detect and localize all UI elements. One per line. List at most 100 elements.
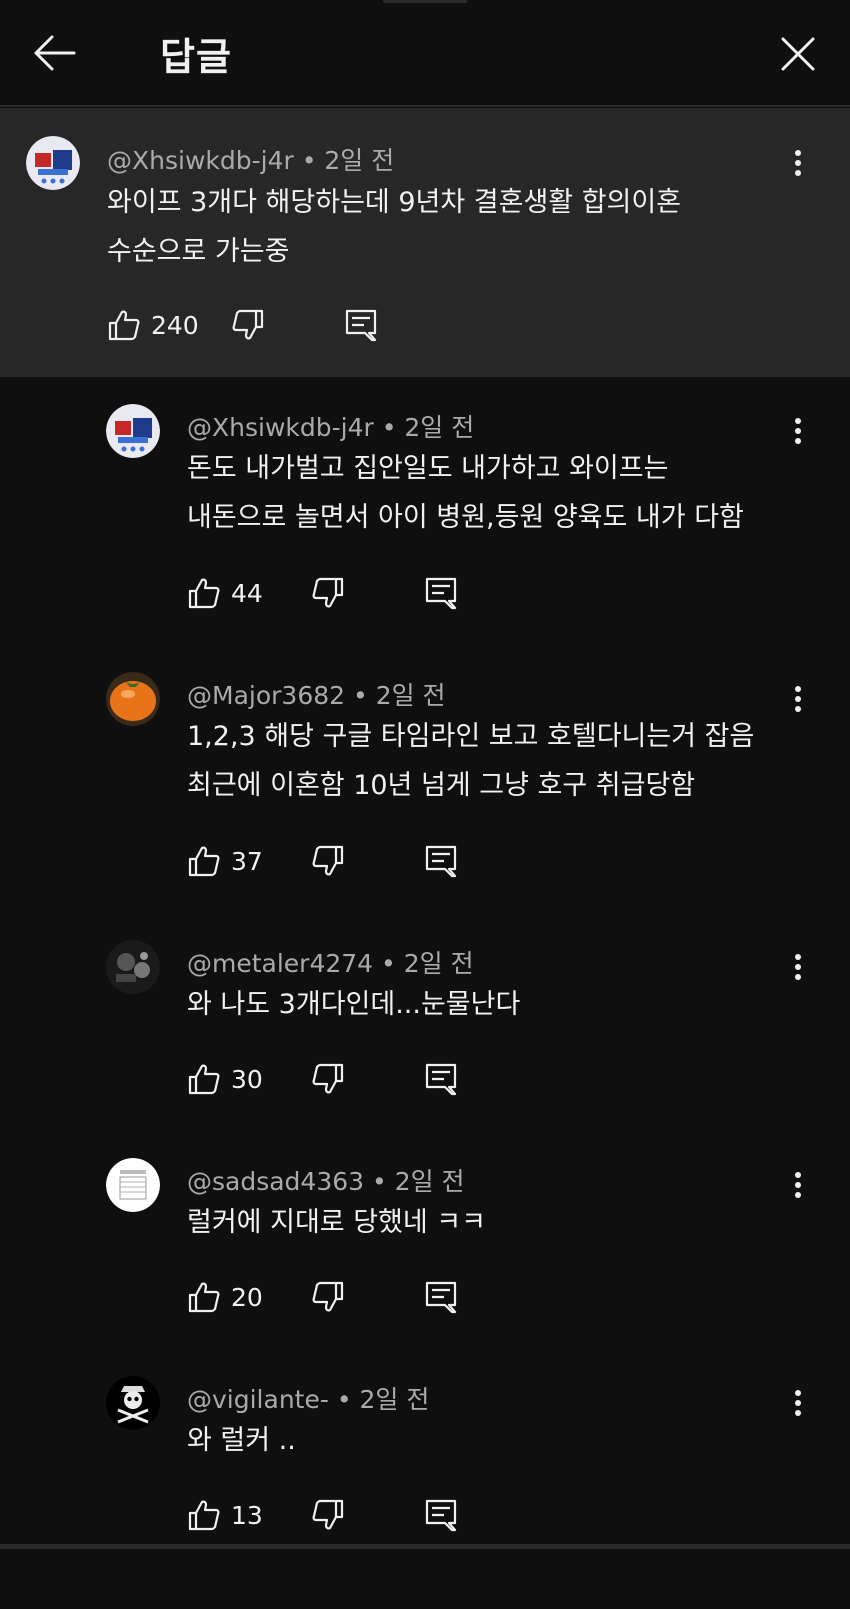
author-handle[interactable]: @metaler4274: [187, 949, 373, 978]
comment-time: 2일 전: [403, 949, 474, 978]
more-options-icon[interactable]: [793, 1172, 803, 1202]
comment-time: 2일 전: [394, 1167, 465, 1196]
like-button[interactable]: 37: [187, 841, 263, 881]
comment-icon: [425, 1063, 457, 1096]
comment-meta: @vigilante- • 2일 전: [187, 1380, 429, 1416]
avatar[interactable]: [106, 672, 160, 726]
comment-icon: [425, 845, 457, 878]
reply-button[interactable]: [424, 1495, 458, 1535]
dislike-button[interactable]: [231, 305, 265, 345]
comment-meta: @Xhsiwkdb-j4r • 2일 전: [107, 141, 394, 177]
reply-button[interactable]: [424, 573, 458, 613]
like-count: 44: [231, 578, 263, 608]
reply-item: @Major3682 • 2일 전 1,2,3 해당 구글 타임라인 보고 호텔…: [0, 645, 850, 905]
comment-time: 2일 전: [375, 681, 446, 710]
reply-button[interactable]: [424, 1277, 458, 1317]
avatar[interactable]: [26, 136, 80, 190]
comment-text: 럴커에 지대로 당했네 ㅋㅋ: [187, 1198, 486, 1247]
bottom-divider: [0, 1544, 850, 1549]
comment-meta: @Major3682 • 2일 전: [187, 676, 446, 712]
like-count: 13: [231, 1500, 263, 1530]
comment-line: 럴커에 지대로 당했네 ㅋㅋ: [187, 1207, 486, 1238]
comment-text: 와 럴커 ..: [187, 1416, 296, 1465]
comment-icon: [345, 309, 377, 342]
avatar[interactable]: [106, 1158, 160, 1212]
like-count: 240: [151, 310, 199, 340]
page-title: 답글: [160, 35, 232, 79]
like-count: 30: [231, 1064, 263, 1094]
thumbs-up-icon: [108, 310, 140, 341]
like-button[interactable]: 30: [187, 1059, 263, 1099]
more-options-icon[interactable]: [793, 418, 803, 448]
thumbs-up-icon: [188, 578, 220, 609]
thumbs-down-icon: [312, 1063, 344, 1094]
thumbs-down-icon: [312, 577, 344, 608]
thumbs-down-icon: [312, 1281, 344, 1312]
back-arrow-icon[interactable]: [32, 33, 76, 73]
comment-icon: [425, 1499, 457, 1532]
reply-button[interactable]: [344, 305, 378, 345]
author-handle[interactable]: @Xhsiwkdb-j4r: [187, 413, 374, 442]
author-handle[interactable]: @vigilante-: [187, 1385, 329, 1414]
thumbs-down-icon: [232, 309, 264, 340]
meta-separator: •: [373, 949, 404, 978]
comment-line: 와이프 3개다 해당하는데 9년차 결혼생활 합의이혼: [107, 187, 682, 218]
comment-line: 와 나도 3개다인데...눈물난다: [187, 989, 521, 1020]
comment-meta: @sadsad4363 • 2일 전: [187, 1162, 465, 1198]
thumbs-down-icon: [312, 845, 344, 876]
thumbs-up-icon: [188, 846, 220, 877]
comment-text: 돈도 내가벌고 집안일도 내가하고 와이프는 내돈으로 놀면서 아이 병원,등원…: [187, 444, 744, 542]
close-icon[interactable]: [780, 36, 816, 72]
avatar[interactable]: [106, 940, 160, 994]
dislike-button[interactable]: [311, 1277, 345, 1317]
comment-text: 1,2,3 해당 구글 타임라인 보고 호텔다니는거 잡음 최근에 이혼함 10…: [187, 712, 754, 810]
replies-header: 답글: [0, 0, 850, 107]
comment-line: 최근에 이혼함 10년 넘게 그냥 호구 취급당함: [187, 770, 696, 801]
more-options-icon[interactable]: [793, 1390, 803, 1420]
comment-meta: @metaler4274 • 2일 전: [187, 944, 474, 980]
comment-icon: [425, 577, 457, 610]
more-options-icon[interactable]: [793, 954, 803, 984]
comment-line: 돈도 내가벌고 집안일도 내가하고 와이프는: [187, 453, 669, 484]
reply-button[interactable]: [424, 841, 458, 881]
comment-icon: [425, 1281, 457, 1314]
more-options-icon[interactable]: [793, 150, 803, 180]
meta-separator: •: [364, 1167, 395, 1196]
comment-time: 2일 전: [404, 413, 475, 442]
dislike-button[interactable]: [311, 1059, 345, 1099]
reply-button[interactable]: [424, 1059, 458, 1099]
like-button[interactable]: 240: [107, 305, 199, 345]
thumbs-up-icon: [188, 1500, 220, 1531]
author-handle[interactable]: @sadsad4363: [187, 1167, 364, 1196]
like-button[interactable]: 20: [187, 1277, 263, 1317]
comment-meta: @Xhsiwkdb-j4r • 2일 전: [187, 408, 474, 444]
like-button[interactable]: 13: [187, 1495, 263, 1535]
like-button[interactable]: 44: [187, 573, 263, 613]
dislike-button[interactable]: [311, 573, 345, 613]
more-options-icon[interactable]: [793, 686, 803, 716]
comment-line: 내돈으로 놀면서 아이 병원,등원 양육도 내가 다함: [187, 502, 744, 533]
dislike-button[interactable]: [311, 841, 345, 881]
meta-separator: •: [328, 1385, 360, 1414]
meta-separator: •: [345, 681, 376, 710]
dislike-button[interactable]: [311, 1495, 345, 1535]
avatar[interactable]: [106, 1376, 160, 1430]
like-count: 20: [231, 1282, 263, 1312]
meta-separator: •: [293, 146, 325, 175]
thumbs-up-icon: [188, 1282, 220, 1313]
meta-separator: •: [373, 413, 405, 442]
like-count: 37: [231, 846, 263, 876]
comment-text: 와이프 3개다 해당하는데 9년차 결혼생활 합의이혼 수순으로 가는중: [107, 178, 681, 276]
highlighted-comment: @Xhsiwkdb-j4r • 2일 전 와이프 3개다 해당하는데 9년차 결…: [0, 108, 850, 377]
comment-line: 1,2,3 해당 구글 타임라인 보고 호텔다니는거 잡음: [187, 721, 755, 752]
author-handle[interactable]: @Xhsiwkdb-j4r: [107, 146, 294, 175]
comment-time: 2일 전: [359, 1385, 430, 1414]
reply-item: @vigilante- • 2일 전 와 럴커 .. 13: [0, 1349, 850, 1609]
reply-item: @Xhsiwkdb-j4r • 2일 전 돈도 내가벌고 집안일도 내가하고 와…: [0, 377, 850, 637]
comment-time: 2일 전: [324, 146, 395, 175]
thumbs-down-icon: [312, 1499, 344, 1530]
author-handle[interactable]: @Major3682: [187, 681, 345, 710]
comment-line: 와 럴커 ..: [187, 1425, 296, 1456]
comment-text: 와 나도 3개다인데...눈물난다: [187, 980, 520, 1029]
avatar[interactable]: [106, 404, 160, 458]
